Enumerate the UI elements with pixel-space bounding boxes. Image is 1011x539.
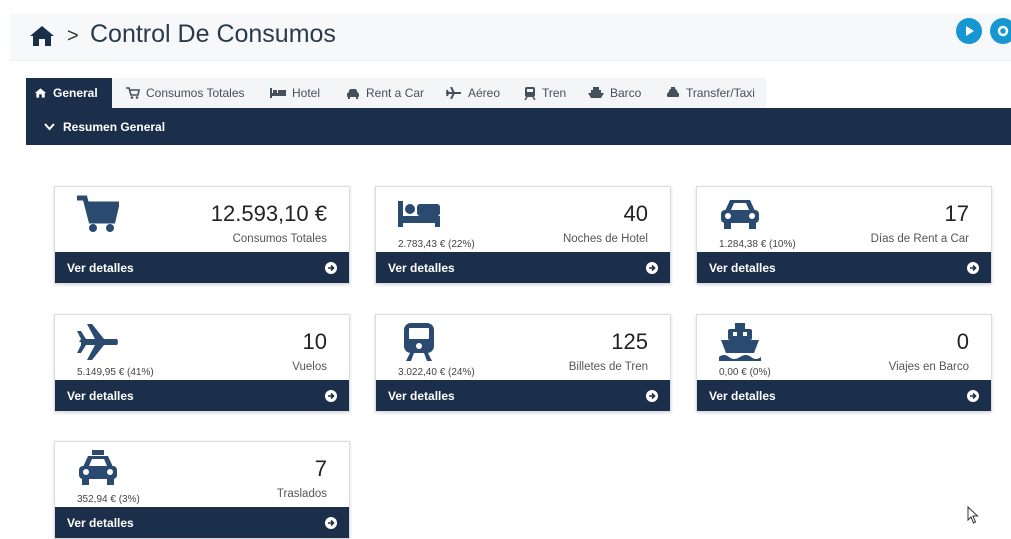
card-traslados: 7 Traslados 352,94 € (3%) Ver detalles (54, 441, 350, 539)
tab-barco[interactable]: Barco (580, 78, 649, 108)
section-title: Resumen General (63, 119, 166, 134)
details-link[interactable]: Ver detalles (697, 252, 991, 283)
section-header[interactable]: Resumen General (26, 108, 1011, 145)
chevron-down-icon (44, 122, 55, 130)
tab-consumos-totales[interactable]: Consumos Totales (118, 78, 253, 108)
cart-icon (126, 87, 140, 99)
details-link[interactable]: Ver detalles (55, 252, 349, 283)
summary-panel: 12.593,10 € Consumos Totales Ver detalle… (26, 145, 1011, 539)
card-label: Días de Rent a Car (870, 233, 969, 245)
car-icon (721, 200, 759, 229)
card-label: Vuelos (292, 361, 327, 373)
page-header: > Control De Consumos (10, 14, 1011, 61)
card-value: 12.593,10 € (210, 201, 327, 226)
play-icon (966, 26, 974, 36)
details-label: Ver detalles (67, 260, 134, 275)
tab-rent-a-car[interactable]: Rent a Car (338, 78, 432, 108)
tab-aereo[interactable]: Aéreo (438, 78, 508, 108)
details-label: Ver detalles (709, 260, 776, 275)
details-label: Ver detalles (388, 260, 455, 275)
card-value: 0 (956, 329, 969, 354)
tab-tren[interactable]: Tren (516, 78, 574, 108)
cart-icon (77, 195, 119, 232)
tab-label: Hotel (292, 86, 321, 100)
ship-icon (719, 323, 761, 361)
tab-label: Transfer/Taxi (686, 86, 755, 100)
card-barco: 0 Viajes en Barco 0,00 € (0%) Ver detall… (696, 314, 992, 412)
card-value: 125 (611, 329, 648, 354)
card-tren: 125 Billetes de Tren 3.022,40 € (24%) Ve… (375, 314, 671, 412)
card-label: Viajes en Barco (888, 361, 969, 373)
train-icon (524, 86, 536, 100)
card-label: Traslados (276, 488, 327, 500)
details-label: Ver detalles (67, 515, 134, 530)
taxi-icon (667, 87, 679, 97)
tab-label: Barco (610, 86, 642, 100)
train-icon (404, 323, 434, 361)
card-subtext: 1.284,38 € (10%) (719, 239, 796, 250)
tab-general[interactable]: General (26, 78, 112, 108)
settings-button[interactable] (990, 18, 1011, 44)
tab-label: Aéreo (468, 86, 501, 100)
card-hotel: 40 Noches de Hotel 2.783,43 € (22%) Ver … (375, 186, 671, 284)
home-icon (34, 88, 47, 98)
page: > Control De Consumos General Consumos T… (0, 0, 1011, 539)
breadcrumb-separator: > (67, 25, 79, 47)
card-rent-a-car: 17 Días de Rent a Car 1.284,38 € (10%) V… (696, 186, 992, 284)
details-link[interactable]: Ver detalles (376, 380, 670, 411)
play-button[interactable] (956, 18, 982, 44)
details-link[interactable]: Ver detalles (376, 252, 670, 283)
tab-label: Consumos Totales (146, 86, 245, 100)
tab-label: Tren (542, 86, 567, 100)
arrow-right-icon (325, 389, 337, 402)
details-label: Ver detalles (388, 388, 455, 403)
card-label: Consumos Totales (232, 233, 327, 245)
arrow-right-icon (967, 389, 979, 402)
car-icon (347, 88, 359, 99)
card-subtext: 2.783,43 € (22%) (398, 239, 475, 250)
card-subtext: 5.149,95 € (41%) (77, 367, 154, 378)
arrow-right-icon (325, 516, 337, 529)
tab-label: General (53, 86, 98, 100)
card-label: Noches de Hotel (562, 233, 648, 245)
details-label: Ver detalles (709, 388, 776, 403)
plane-icon (446, 87, 461, 99)
card-value: 7 (314, 456, 327, 481)
tab-label: Rent a Car (366, 86, 425, 100)
details-link[interactable]: Ver detalles (55, 507, 349, 538)
arrow-right-icon (646, 389, 658, 402)
tab-hotel[interactable]: Hotel (262, 78, 328, 108)
plane-icon (77, 324, 118, 360)
tabs: General Consumos Totales Hotel Rent a Ca… (26, 78, 1011, 108)
card-vuelos: 10 Vuelos 5.149,95 € (41%) Ver detalles (54, 314, 350, 412)
card-consumos-totales: 12.593,10 € Consumos Totales Ver detalle… (54, 186, 350, 284)
card-subtext: 352,94 € (3%) (77, 494, 140, 505)
gear-icon (997, 25, 1009, 37)
taxi-icon (79, 450, 117, 485)
card-subtext: 0,00 € (0%) (719, 367, 771, 378)
card-value: 40 (623, 201, 648, 226)
card-label: Billetes de Tren (568, 361, 648, 373)
bed-icon (270, 88, 286, 98)
arrow-right-icon (967, 261, 979, 274)
details-link[interactable]: Ver detalles (697, 380, 991, 411)
card-subtext: 3.022,40 € (24%) (398, 367, 475, 378)
bed-icon (398, 201, 440, 227)
card-value: 17 (944, 201, 969, 226)
arrow-right-icon (325, 261, 337, 274)
tab-transfer-taxi[interactable]: Transfer/Taxi (658, 78, 763, 108)
arrow-right-icon (646, 261, 658, 274)
details-label: Ver detalles (67, 388, 134, 403)
card-value: 10 (302, 329, 327, 354)
mouse-cursor-icon (967, 506, 979, 524)
page-title: Control De Consumos (90, 20, 336, 48)
ship-icon (588, 87, 604, 98)
details-link[interactable]: Ver detalles (55, 380, 349, 411)
home-icon[interactable] (28, 24, 56, 48)
